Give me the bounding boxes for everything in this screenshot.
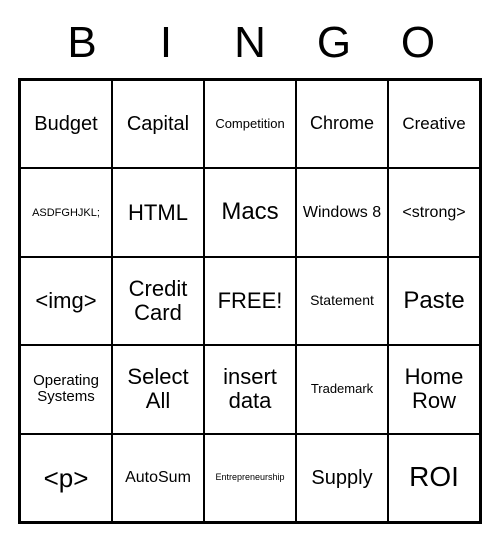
bingo-cell[interactable]: Macs	[204, 168, 296, 256]
bingo-cell[interactable]: AutoSum	[112, 434, 204, 522]
bingo-grid: Budget Capital Competition Chrome Creati…	[18, 78, 482, 524]
cell-text: Budget	[34, 113, 97, 135]
bingo-cell[interactable]: <strong>	[388, 168, 480, 256]
bingo-cell[interactable]: ASDFGHJKL;	[20, 168, 112, 256]
bingo-cell[interactable]: Supply	[296, 434, 388, 522]
bingo-header: B I N G O	[18, 10, 482, 78]
bingo-cell[interactable]: Windows 8	[296, 168, 388, 256]
cell-text: Home Row	[393, 365, 475, 413]
cell-text: Trademark	[311, 382, 373, 396]
bingo-cell[interactable]: ROI	[388, 434, 480, 522]
cell-text: Select All	[117, 365, 199, 413]
cell-text: AutoSum	[125, 469, 191, 487]
cell-text: Capital	[127, 113, 189, 135]
bingo-cell[interactable]: <img>	[20, 257, 112, 345]
bingo-cell[interactable]: Paste	[388, 257, 480, 345]
bingo-cell[interactable]: Statement	[296, 257, 388, 345]
cell-text: Creative	[402, 115, 465, 134]
bingo-cell[interactable]: HTML	[112, 168, 204, 256]
bingo-cell[interactable]: Operating Systems	[20, 345, 112, 433]
cell-text: Statement	[310, 293, 374, 308]
bingo-cell[interactable]: Competition	[204, 80, 296, 168]
cell-text: FREE!	[218, 289, 283, 313]
header-letter-n: N	[208, 18, 292, 68]
cell-text: Windows 8	[303, 204, 381, 222]
cell-text: <img>	[35, 289, 96, 313]
header-letter-o: O	[376, 18, 460, 68]
cell-text: Operating Systems	[25, 373, 107, 406]
bingo-cell[interactable]: Budget	[20, 80, 112, 168]
cell-text: HTML	[128, 201, 188, 225]
bingo-cell-free[interactable]: FREE!	[204, 257, 296, 345]
bingo-cell[interactable]: <p>	[20, 434, 112, 522]
bingo-cell[interactable]: Capital	[112, 80, 204, 168]
cell-text: <strong>	[402, 204, 465, 222]
cell-text: Credit Card	[117, 277, 199, 325]
bingo-cell[interactable]: Credit Card	[112, 257, 204, 345]
header-letter-i: I	[124, 18, 208, 68]
bingo-cell[interactable]: insert data	[204, 345, 296, 433]
header-letter-b: B	[40, 18, 124, 68]
bingo-cell[interactable]: Select All	[112, 345, 204, 433]
cell-text: Competition	[215, 117, 284, 131]
header-letter-g: G	[292, 18, 376, 68]
cell-text: <p>	[44, 464, 89, 493]
cell-text: ROI	[409, 462, 459, 493]
cell-text: Macs	[221, 199, 278, 225]
bingo-cell[interactable]: Creative	[388, 80, 480, 168]
bingo-cell[interactable]: Entrepreneurship	[204, 434, 296, 522]
cell-text: Chrome	[310, 114, 374, 134]
bingo-cell[interactable]: Home Row	[388, 345, 480, 433]
cell-text: insert data	[209, 365, 291, 413]
cell-text: Paste	[403, 288, 464, 314]
bingo-cell[interactable]: Trademark	[296, 345, 388, 433]
cell-text: Entrepreneurship	[215, 473, 284, 483]
bingo-cell[interactable]: Chrome	[296, 80, 388, 168]
cell-text: ASDFGHJKL;	[32, 207, 100, 219]
cell-text: Supply	[311, 467, 372, 489]
